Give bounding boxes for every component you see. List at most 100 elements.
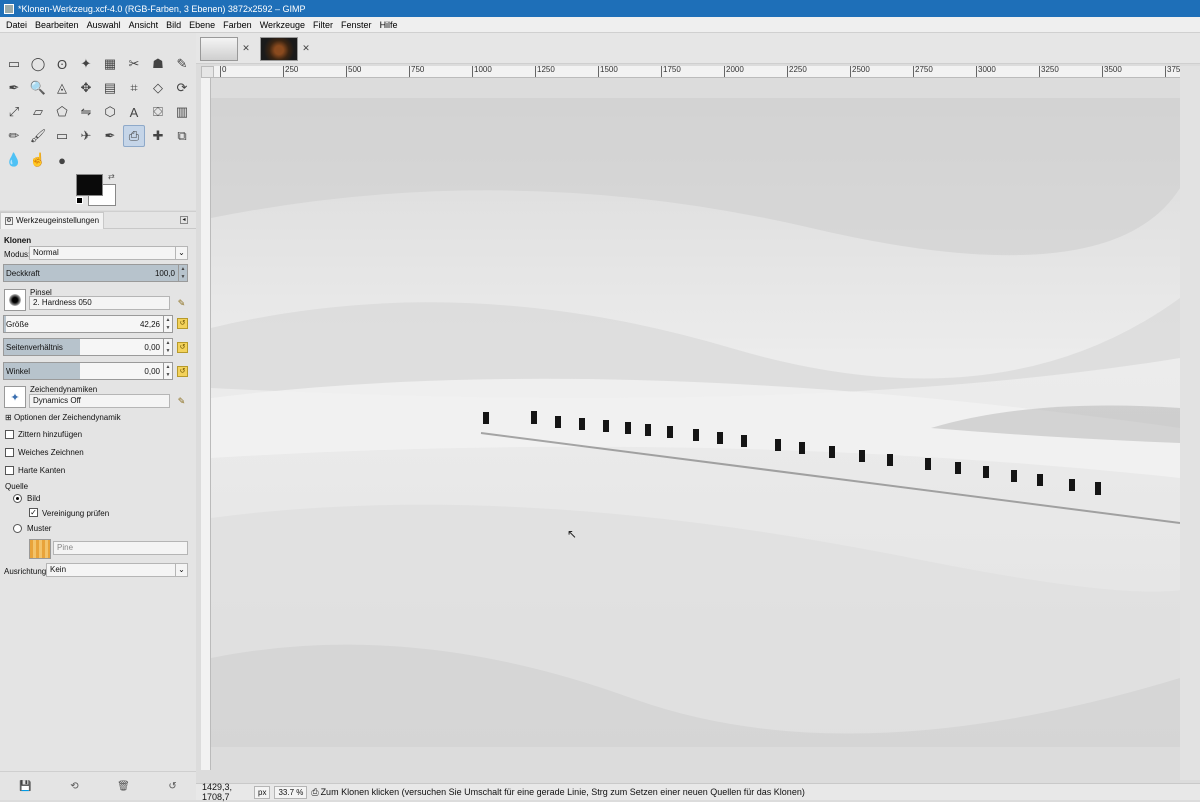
horizontal-ruler[interactable]: 0 250 500 750 1000 1250 1500 1750 2000 2250 2500 27… [214, 66, 1185, 78]
menu-ebene[interactable]: Ebene [185, 20, 219, 30]
close-icon[interactable]: ✕ [241, 43, 251, 53]
paths-icon[interactable]: ✎ [171, 53, 193, 75]
close-icon[interactable]: ✕ [301, 43, 311, 53]
scissors-select-icon[interactable]: ✂ [123, 53, 145, 75]
unified-transform-icon[interactable]: ◇ [147, 77, 169, 99]
alignment-select[interactable]: Kein ⌄ [46, 563, 188, 577]
gimp-app-icon [4, 3, 14, 14]
menu-bild[interactable]: Bild [162, 20, 185, 30]
foreground-select-icon[interactable]: ☗ [147, 53, 169, 75]
smudge-icon[interactable]: ☝ [27, 149, 49, 171]
perspective-icon[interactable]: ⬠ [51, 101, 73, 123]
image-tab-thumbnail-snow[interactable] [200, 37, 238, 61]
edit-dynamics-icon[interactable]: ✎ [176, 396, 187, 407]
dynamics-preview[interactable]: ✦ [4, 386, 26, 408]
default-colors-icon[interactable] [76, 197, 83, 204]
jitter-checkbox[interactable] [5, 430, 14, 439]
menu-filter[interactable]: Filter [309, 20, 337, 30]
menu-datei[interactable]: Datei [2, 20, 31, 30]
image-canvas[interactable]: ↖ [211, 98, 1180, 747]
free-select-icon[interactable]: ʘ [51, 53, 73, 75]
text-icon[interactable]: A [123, 101, 145, 123]
clone-icon[interactable]: ⎙ [123, 125, 145, 147]
pattern-field[interactable]: Pine [53, 541, 188, 555]
angle-slider[interactable]: Winkel 0,00 ▲ ▼ [3, 362, 173, 380]
fuzzy-select-icon[interactable]: ✦ [75, 53, 97, 75]
hard-edges-checkbox[interactable] [5, 466, 14, 475]
source-pattern-radio[interactable] [13, 524, 22, 533]
ellipse-select-icon[interactable]: ◯ [27, 53, 49, 75]
bucket-fill-icon[interactable]: ⛋ [147, 101, 169, 123]
image-tab-thumbnail-boots[interactable] [260, 37, 298, 61]
color-picker-icon[interactable]: ✒ [3, 77, 25, 99]
ruler-tick-label: 250 [283, 66, 298, 77]
mode-select[interactable]: Normal ⌄ [29, 246, 188, 260]
dynamics-label: Zeichendynamiken [30, 385, 98, 394]
unit-select[interactable]: px [254, 785, 271, 799]
rect-select-icon[interactable]: ▭ [3, 53, 25, 75]
crop-icon[interactable]: ⌗ [123, 77, 145, 99]
swap-colors-icon[interactable]: ⇄ [108, 172, 115, 181]
ink-icon[interactable]: ✒ [99, 125, 121, 147]
spin-arrows-icon[interactable]: ▲ ▼ [163, 363, 172, 379]
scale-icon[interactable]: ⤢ [3, 101, 25, 123]
shear-icon[interactable]: ▱ [27, 101, 49, 123]
reset-options-icon[interactable]: ↺ [168, 781, 176, 792]
dynamics-options-expander[interactable]: ⊞ Optionen der Zeichendynamik [5, 413, 121, 422]
reset-angle-icon[interactable]: ↺ [177, 366, 188, 377]
menu-farben[interactable]: Farben [219, 20, 256, 30]
zoom-icon[interactable]: 🔍 [27, 77, 49, 99]
delete-options-icon[interactable]: 🗑 [117, 781, 130, 792]
pencil-icon[interactable]: ✏ [3, 125, 25, 147]
blur-sharpen-icon[interactable]: 💧 [3, 149, 25, 171]
hard-edges-label: Harte Kanten [18, 466, 66, 475]
spin-arrows-icon[interactable]: ▲ ▼ [163, 316, 172, 332]
menu-hilfe[interactable]: Hilfe [376, 20, 402, 30]
restore-options-icon[interactable]: ⟲ [70, 781, 78, 792]
brush-preview[interactable] [4, 289, 26, 311]
ruler-corner[interactable] [201, 66, 214, 78]
menu-ansicht[interactable]: Ansicht [125, 20, 163, 30]
menu-bearbeiten[interactable]: Bearbeiten [31, 20, 83, 30]
fg-bg-colors: ⇄ [76, 172, 116, 208]
measure-icon[interactable]: ◬ [51, 77, 73, 99]
tab-menu-icon[interactable]: ◂ [180, 216, 188, 224]
dynamics-field[interactable]: Dynamics Off [29, 394, 170, 408]
eraser-icon[interactable]: ▭ [51, 125, 73, 147]
heal-icon[interactable]: ✚ [147, 125, 169, 147]
blend-icon[interactable]: ▥ [171, 101, 193, 123]
menu-fenster[interactable]: Fenster [337, 20, 376, 30]
rotate-icon[interactable]: ⟳ [171, 77, 193, 99]
source-image-radio[interactable] [13, 494, 22, 503]
menu-werkzeuge[interactable]: Werkzeuge [256, 20, 309, 30]
edit-brush-icon[interactable]: ✎ [176, 298, 187, 309]
sample-merged-checkbox[interactable]: ✓ [29, 508, 38, 517]
move-icon[interactable]: ✥ [75, 77, 97, 99]
chevron-down-icon: ⌄ [175, 564, 187, 576]
spin-arrows-icon[interactable]: ▲ ▼ [178, 265, 187, 281]
vertical-ruler[interactable] [201, 78, 211, 770]
paintbrush-icon[interactable]: 🖌 [27, 125, 49, 147]
opacity-slider[interactable]: Deckkraft 100,0 ▲ ▼ [3, 264, 188, 282]
cage-icon[interactable]: ⬡ [99, 101, 121, 123]
spin-arrows-icon[interactable]: ▲ ▼ [163, 339, 172, 355]
smooth-checkbox[interactable] [5, 448, 14, 457]
perspective-clone-icon[interactable]: ⧉ [171, 125, 193, 147]
tab-tool-options[interactable]: ⚙ Werkzeugeinstellungen [0, 211, 105, 229]
menu-auswahl[interactable]: Auswahl [83, 20, 125, 30]
size-slider[interactable]: Größe 42,26 ▲ ▼ [3, 315, 173, 333]
reset-size-icon[interactable]: ↺ [177, 318, 188, 329]
zoom-select[interactable]: 33.7 % [274, 785, 308, 799]
image-tab-bar: ✕ ✕ [196, 33, 1200, 64]
flip-icon[interactable]: ⇋ [75, 101, 97, 123]
reset-aspect-icon[interactable]: ↺ [177, 342, 188, 353]
aspect-slider[interactable]: Seitenverhältnis 0,00 ▲ ▼ [3, 338, 173, 356]
alignment-icon[interactable]: ▤ [99, 77, 121, 99]
save-options-icon[interactable]: 💾 [19, 781, 31, 792]
brush-field[interactable]: 2. Hardness 050 [29, 296, 170, 310]
dodge-burn-icon[interactable]: ● [51, 149, 73, 171]
airbrush-icon[interactable]: ✈ [75, 125, 97, 147]
pattern-preview[interactable] [29, 539, 51, 559]
select-by-color-icon[interactable]: ▦ [99, 53, 121, 75]
foreground-color[interactable] [76, 174, 103, 196]
